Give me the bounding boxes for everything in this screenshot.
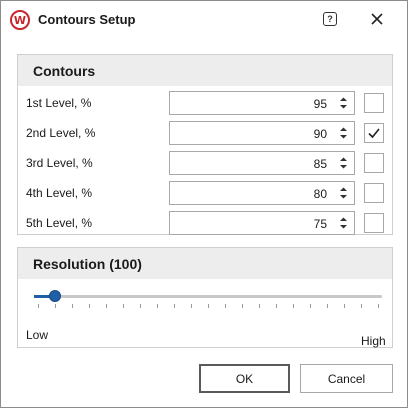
help-icon[interactable]: ? xyxy=(323,12,337,26)
resolution-panel-title: Resolution (100) xyxy=(33,256,142,272)
app-logo-icon: W xyxy=(10,10,30,30)
close-button[interactable] xyxy=(367,9,387,29)
checkmark-icon xyxy=(368,128,380,139)
resolution-panel-header: Resolution (100) xyxy=(18,248,392,279)
slider-tick xyxy=(378,304,379,308)
slider-tick xyxy=(72,304,73,308)
slider-tick xyxy=(276,304,277,308)
level-3-spinbox[interactable]: 85 xyxy=(169,151,355,175)
slider-tick xyxy=(174,304,175,308)
level-1-label: 1st Level, % xyxy=(26,96,92,110)
level-2-spinbox[interactable]: 90 xyxy=(169,121,355,145)
slider-tick xyxy=(89,304,90,308)
contours-panel: Contours 1st Level, % 95 2nd Level, % 90 xyxy=(17,54,393,235)
level-5-value: 75 xyxy=(313,217,327,231)
slider-tick xyxy=(242,304,243,308)
level-2-label: 2nd Level, % xyxy=(26,126,96,140)
contours-setup-dialog: W Contours Setup ? Contours 1st Level, %… xyxy=(0,0,408,408)
level-5-spinbox[interactable]: 75 xyxy=(169,211,355,235)
app-logo-letter: W xyxy=(13,13,27,27)
spin-arrows-icon[interactable] xyxy=(339,186,348,200)
level-4-label: 4th Level, % xyxy=(26,186,93,200)
resolution-panel: Resolution (100) Low High xyxy=(17,247,393,348)
contours-panel-header: Contours xyxy=(18,55,392,86)
spin-arrows-icon[interactable] xyxy=(339,216,348,230)
level-1-spinbox[interactable]: 95 xyxy=(169,91,355,115)
slider-tick xyxy=(259,304,260,308)
resolution-slider-thumb[interactable] xyxy=(48,290,61,302)
resolution-high-label: High xyxy=(361,334,386,348)
help-glyph: ? xyxy=(327,13,333,24)
level-5-checkbox[interactable] xyxy=(364,213,384,233)
level-5-label: 5th Level, % xyxy=(26,216,93,230)
level-3-label: 3rd Level, % xyxy=(26,156,93,170)
spin-arrows-icon[interactable] xyxy=(339,156,348,170)
slider-tick xyxy=(361,304,362,308)
level-4-spinbox[interactable]: 80 xyxy=(169,181,355,205)
slider-tick xyxy=(191,304,192,308)
slider-tick xyxy=(157,304,158,308)
level-1-checkbox[interactable] xyxy=(364,93,384,113)
level-2-value: 90 xyxy=(313,127,327,141)
slider-tick xyxy=(344,304,345,308)
slider-tick xyxy=(208,304,209,308)
level-3-checkbox[interactable] xyxy=(364,153,384,173)
slider-tick xyxy=(123,304,124,308)
slider-tick xyxy=(140,304,141,308)
level-2-checkbox[interactable] xyxy=(364,123,384,143)
slider-tick xyxy=(327,304,328,308)
title-bar: W Contours Setup ? xyxy=(1,1,407,38)
resolution-low-label: Low xyxy=(26,328,49,342)
slider-tick xyxy=(106,304,107,308)
level-3-value: 85 xyxy=(313,157,327,171)
slider-tick xyxy=(55,304,56,308)
level-4-value: 80 xyxy=(313,187,327,201)
window-title: Contours Setup xyxy=(38,12,136,27)
contours-panel-title: Contours xyxy=(33,63,96,79)
slider-tick xyxy=(310,304,311,308)
slider-tick xyxy=(38,304,39,308)
resolution-slider-track[interactable] xyxy=(34,295,382,298)
spin-arrows-icon[interactable] xyxy=(339,96,348,110)
slider-tick xyxy=(293,304,294,308)
level-4-checkbox[interactable] xyxy=(364,183,384,203)
cancel-button[interactable]: Cancel xyxy=(300,364,393,393)
ok-button[interactable]: OK xyxy=(199,364,290,393)
level-1-value: 95 xyxy=(313,97,327,111)
slider-tick xyxy=(225,304,226,308)
spin-arrows-icon[interactable] xyxy=(339,126,348,140)
close-icon xyxy=(371,13,383,25)
